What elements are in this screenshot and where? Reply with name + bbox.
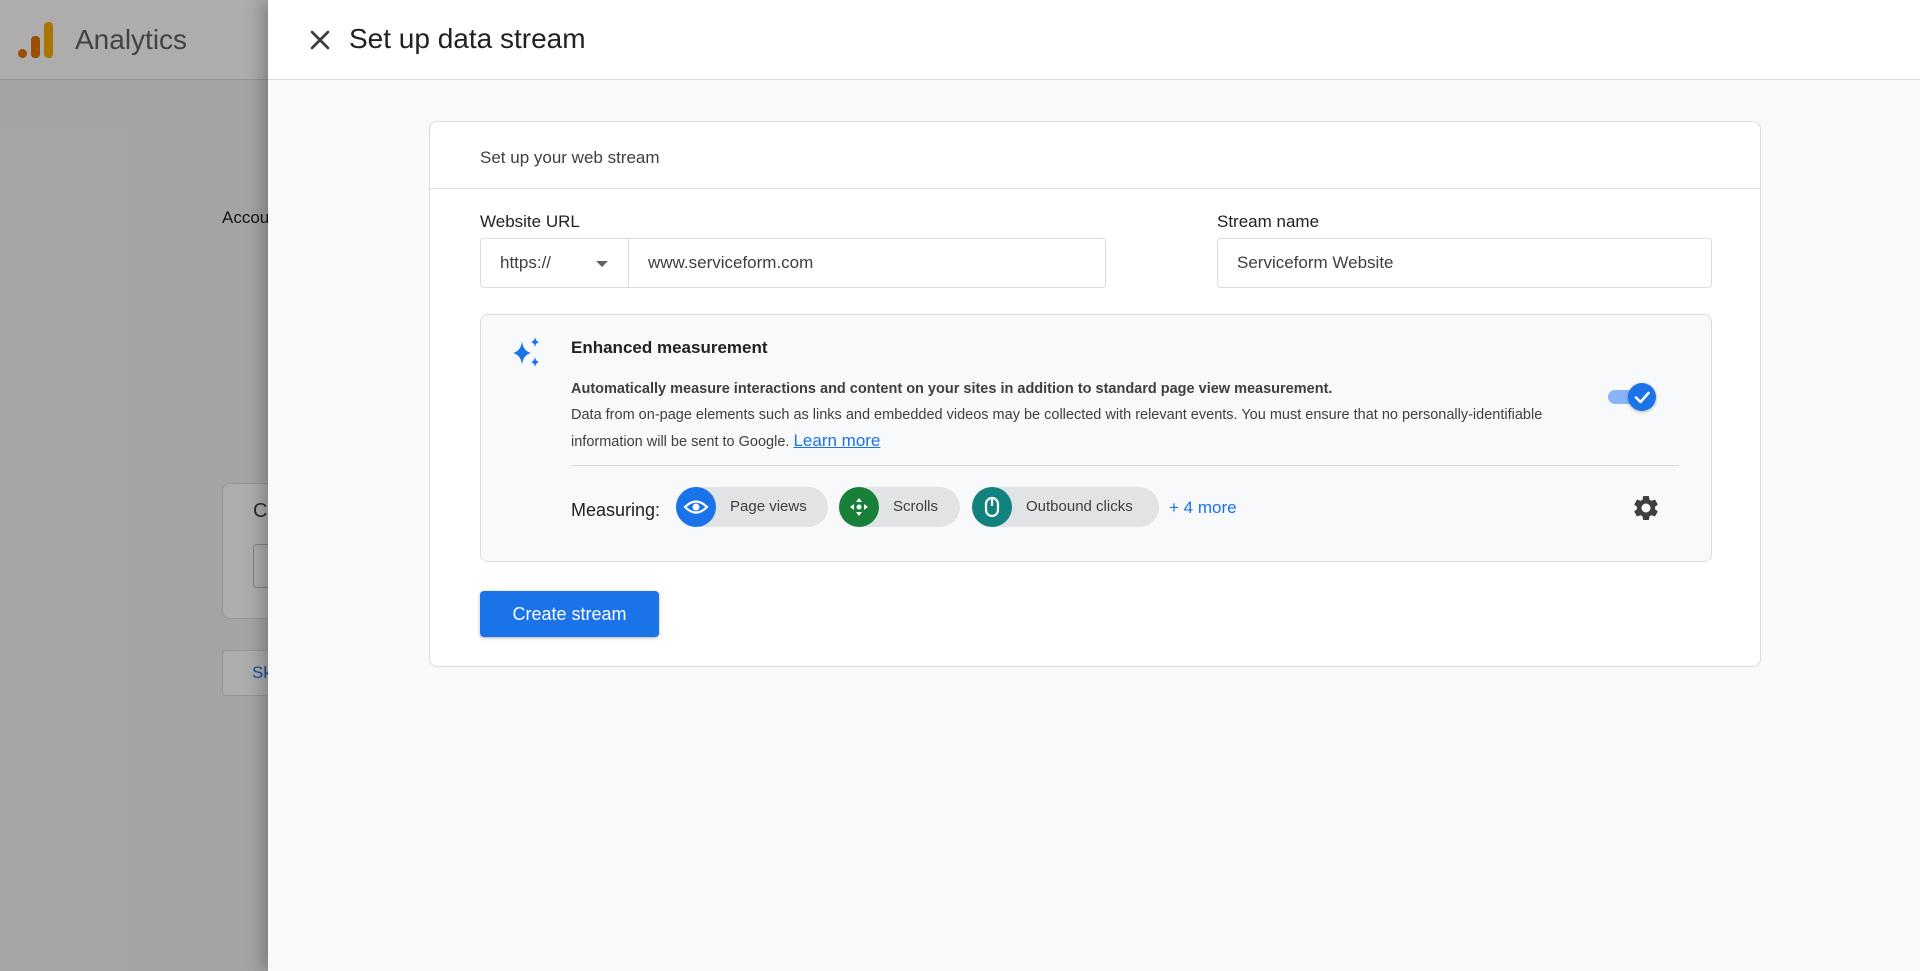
enhanced-measurement-description: Data from on-page elements such as links… <box>571 403 1571 455</box>
panel-header: Set up data stream <box>268 0 1920 80</box>
website-url-input[interactable] <box>628 238 1106 288</box>
more-measurements-link[interactable]: + 4 more <box>1169 498 1237 518</box>
enhanced-measurement-section: Enhanced measurement Automatically measu… <box>480 314 1712 562</box>
chip-label: Page views <box>730 498 807 515</box>
check-icon <box>1634 391 1650 404</box>
stream-name-label: Stream name <box>1217 212 1320 231</box>
sparkle-icon <box>513 337 539 367</box>
dropdown-arrow-icon <box>596 261 608 267</box>
setup-data-stream-panel: Set up data stream Set up your web strea… <box>268 0 1920 971</box>
description-text: Data from on-page elements such as links… <box>571 407 1543 450</box>
enhanced-measurement-toggle[interactable] <box>1608 383 1656 411</box>
close-button[interactable] <box>304 24 336 56</box>
gear-icon <box>1634 495 1658 520</box>
enhanced-measurement-title: Enhanced measurement <box>571 338 768 357</box>
toggle-thumb <box>1628 383 1656 411</box>
scroll-arrows-icon <box>839 487 879 527</box>
divider <box>571 465 1679 466</box>
close-icon <box>310 30 330 50</box>
create-stream-button[interactable]: Create stream <box>480 591 659 637</box>
measuring-label: Measuring: <box>571 500 661 520</box>
stream-name-input[interactable] <box>1217 238 1712 288</box>
chip-label: Outbound clicks <box>1026 498 1133 515</box>
website-url-label: Website URL <box>480 212 580 231</box>
mouse-icon <box>972 487 1012 527</box>
chip-label: Scrolls <box>893 498 939 515</box>
enhanced-measurement-summary: Automatically measure interactions and c… <box>571 381 1333 397</box>
card-header: Set up your web stream <box>430 122 1760 189</box>
settings-button[interactable] <box>1631 493 1661 523</box>
eye-icon <box>676 487 716 527</box>
chip-scrolls[interactable]: Scrolls <box>839 487 960 527</box>
protocol-select[interactable]: https:// <box>480 238 629 288</box>
panel-title: Set up data stream <box>349 23 586 54</box>
learn-more-link[interactable]: Learn more <box>793 431 880 450</box>
chip-outbound-clicks[interactable]: Outbound clicks <box>972 487 1159 527</box>
web-stream-card: Set up your web stream Website URL https… <box>429 121 1761 667</box>
protocol-value: https:// <box>500 253 552 272</box>
chip-page-views[interactable]: Page views <box>676 487 828 527</box>
